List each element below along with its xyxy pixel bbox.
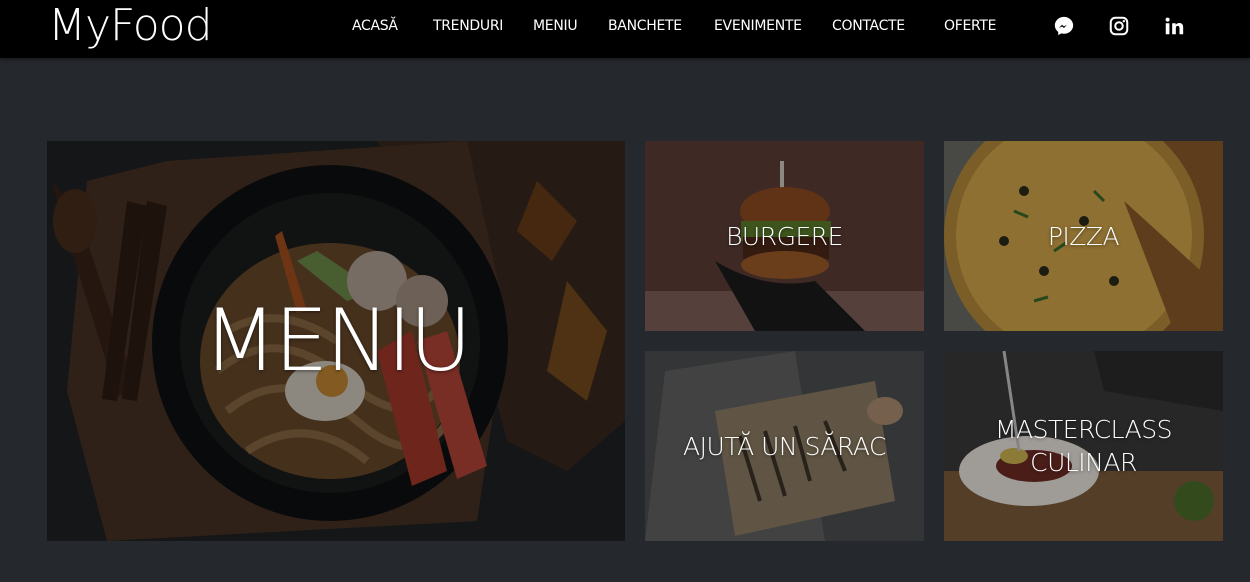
nav-item-contacte[interactable]: CONTACTE [832, 17, 905, 35]
linkedin-icon[interactable] [1163, 15, 1185, 37]
nav-item-meniu[interactable]: MENIU [533, 17, 578, 35]
nav-item-trenduri[interactable]: TRENDURI [433, 17, 503, 35]
top-navigation-bar: MyFood ACASĂ TRENDURI MENIU BANCHETE EVE… [0, 0, 1250, 58]
help-tile[interactable]: AJUTĂ UN SĂRAC [645, 351, 924, 541]
masterclass-tile-label: MASTERCLASS CULINAR [994, 415, 1173, 477]
pizza-tile-label: PIZZA [1047, 221, 1120, 251]
nav-item-evenimente[interactable]: EVENIMENTE [714, 17, 802, 35]
menu-tile-label: MENIU [202, 291, 472, 391]
nav-item-acasa[interactable]: ACASĂ [352, 17, 398, 35]
nav-item-banchete[interactable]: BANCHETE [608, 17, 682, 35]
burgers-tile[interactable]: BURGERE [645, 141, 924, 331]
messenger-icon[interactable] [1053, 15, 1075, 37]
burgers-tile-label: BURGERE [726, 221, 843, 251]
instagram-icon[interactable] [1108, 15, 1130, 37]
nav-item-oferte[interactable]: OFERTE [944, 17, 997, 35]
masterclass-tile[interactable]: MASTERCLASS CULINAR [944, 351, 1223, 541]
pizza-tile[interactable]: PIZZA [944, 141, 1223, 331]
menu-tile[interactable]: MENIU [47, 141, 625, 541]
help-tile-label: AJUTĂ UN SĂRAC [682, 431, 887, 461]
